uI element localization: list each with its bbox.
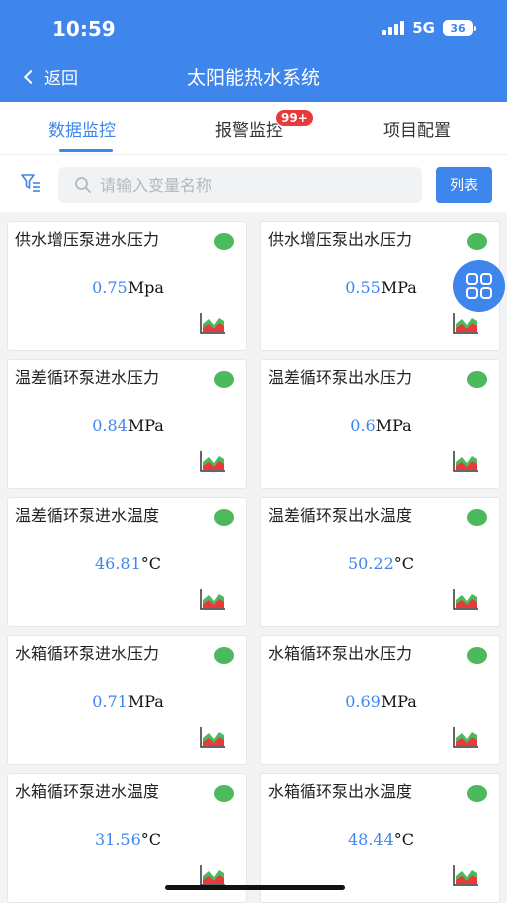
status-indicator-icon <box>214 785 234 802</box>
variable-value: 46.81°C <box>8 554 248 573</box>
value-number: 0.71 <box>92 692 128 711</box>
variable-card[interactable]: 水箱循环泵进水温度 31.56°C <box>7 773 247 903</box>
page-title: 太阳能热水系统 <box>186 67 320 89</box>
variable-card[interactable]: 温差循环泵进水温度 46.81°C <box>7 497 247 627</box>
status-indicator-icon <box>467 785 487 802</box>
value-unit: Mpa <box>127 278 164 297</box>
value-number: 0.75 <box>92 278 128 297</box>
value-number: 31.56 <box>94 830 141 849</box>
area-chart-icon[interactable] <box>200 450 226 472</box>
tab-project-config[interactable]: 项目配置 <box>383 116 451 141</box>
variable-name: 温差循环泵进水压力 <box>15 368 160 387</box>
status-indicator-icon <box>467 647 487 664</box>
tab-data-monitor[interactable]: 数据监控 <box>48 116 116 141</box>
variable-value: 0.69MPa <box>261 692 501 711</box>
home-indicator <box>165 885 345 890</box>
area-chart-icon[interactable] <box>200 312 226 334</box>
grid-menu-button[interactable] <box>453 260 505 312</box>
status-indicator-icon <box>214 371 234 388</box>
value-number: 0.84 <box>92 416 128 435</box>
alarm-count-badge: 99+ <box>275 109 314 127</box>
variable-name: 水箱循环泵进水温度 <box>15 782 160 801</box>
value-unit: MPa <box>127 416 164 435</box>
status-indicator-icon <box>214 647 234 664</box>
status-time: 10:59 <box>52 17 116 41</box>
value-unit: MPa <box>380 692 417 711</box>
search-input[interactable] <box>100 175 400 195</box>
variable-value: 31.56°C <box>8 830 248 849</box>
variable-card[interactable]: 水箱循环泵出水压力 0.69MPa <box>260 635 500 765</box>
value-number: 50.22 <box>347 554 394 573</box>
area-chart-icon[interactable] <box>200 588 226 610</box>
value-number: 46.81 <box>94 554 141 573</box>
variable-card[interactable]: 供水增压泵进水压力 0.75Mpa <box>7 221 247 351</box>
variable-name: 水箱循环泵进水压力 <box>15 644 160 663</box>
variable-value: 0.84MPa <box>8 416 248 435</box>
variable-name: 供水增压泵进水压力 <box>15 230 160 249</box>
variable-name: 水箱循环泵出水温度 <box>268 782 413 801</box>
variable-card[interactable]: 温差循环泵进水压力 0.84MPa <box>7 359 247 489</box>
value-number: 48.44 <box>347 830 394 849</box>
active-tab-indicator <box>59 149 113 152</box>
app-header: 10:59 5G 36 返回 太阳能热水系统 <box>0 0 507 102</box>
area-chart-icon[interactable] <box>200 864 226 886</box>
network-type: 5G <box>412 19 435 37</box>
variable-name: 温差循环泵出水温度 <box>268 506 413 525</box>
area-chart-icon[interactable] <box>453 312 479 334</box>
variable-value: 48.44°C <box>261 830 501 849</box>
tab-alarm-monitor[interactable]: 报警监控 <box>215 116 283 141</box>
signal-icon <box>382 21 405 35</box>
value-unit: MPa <box>127 692 164 711</box>
value-number: 0.69 <box>345 692 381 711</box>
grid-menu-icon <box>466 273 492 299</box>
area-chart-icon[interactable] <box>453 588 479 610</box>
status-indicator-icon <box>214 509 234 526</box>
search-bar: 列表 <box>0 154 507 212</box>
search-icon <box>75 177 91 193</box>
area-chart-icon[interactable] <box>453 450 479 472</box>
variable-card[interactable]: 温差循环泵出水压力 0.6MPa <box>260 359 500 489</box>
value-unit: °C <box>393 830 415 849</box>
variable-card[interactable]: 水箱循环泵进水压力 0.71MPa <box>7 635 247 765</box>
value-number: 0.6 <box>350 416 376 435</box>
filter-icon[interactable] <box>20 173 42 193</box>
area-chart-icon[interactable] <box>453 864 479 886</box>
status-indicator-icon <box>467 371 487 388</box>
variable-value: 0.75Mpa <box>8 278 248 297</box>
area-chart-icon[interactable] <box>453 726 479 748</box>
value-unit: °C <box>393 554 415 573</box>
variable-value: 0.6MPa <box>261 416 501 435</box>
status-indicators: 5G 36 <box>382 19 476 37</box>
status-indicator-icon <box>467 233 487 250</box>
variable-value: 50.22°C <box>261 554 501 573</box>
variable-card[interactable]: 水箱循环泵出水温度 48.44°C <box>260 773 500 903</box>
search-field[interactable] <box>58 167 422 203</box>
value-unit: MPa <box>380 278 417 297</box>
value-unit: MPa <box>375 416 412 435</box>
variable-name: 温差循环泵出水压力 <box>268 368 413 387</box>
status-indicator-icon <box>467 509 487 526</box>
list-view-button[interactable]: 列表 <box>436 167 492 203</box>
variable-name: 水箱循环泵出水压力 <box>268 644 413 663</box>
area-chart-icon[interactable] <box>200 726 226 748</box>
tab-bar: 数据监控 报警监控 99+ 项目配置 <box>0 102 507 154</box>
variable-name: 温差循环泵进水温度 <box>15 506 160 525</box>
status-indicator-icon <box>214 233 234 250</box>
variable-value: 0.71MPa <box>8 692 248 711</box>
variable-name: 供水增压泵出水压力 <box>268 230 413 249</box>
variable-card[interactable]: 温差循环泵出水温度 50.22°C <box>260 497 500 627</box>
value-number: 0.55 <box>345 278 381 297</box>
value-unit: °C <box>140 830 162 849</box>
battery-icon: 36 <box>443 20 476 36</box>
value-unit: °C <box>140 554 162 573</box>
